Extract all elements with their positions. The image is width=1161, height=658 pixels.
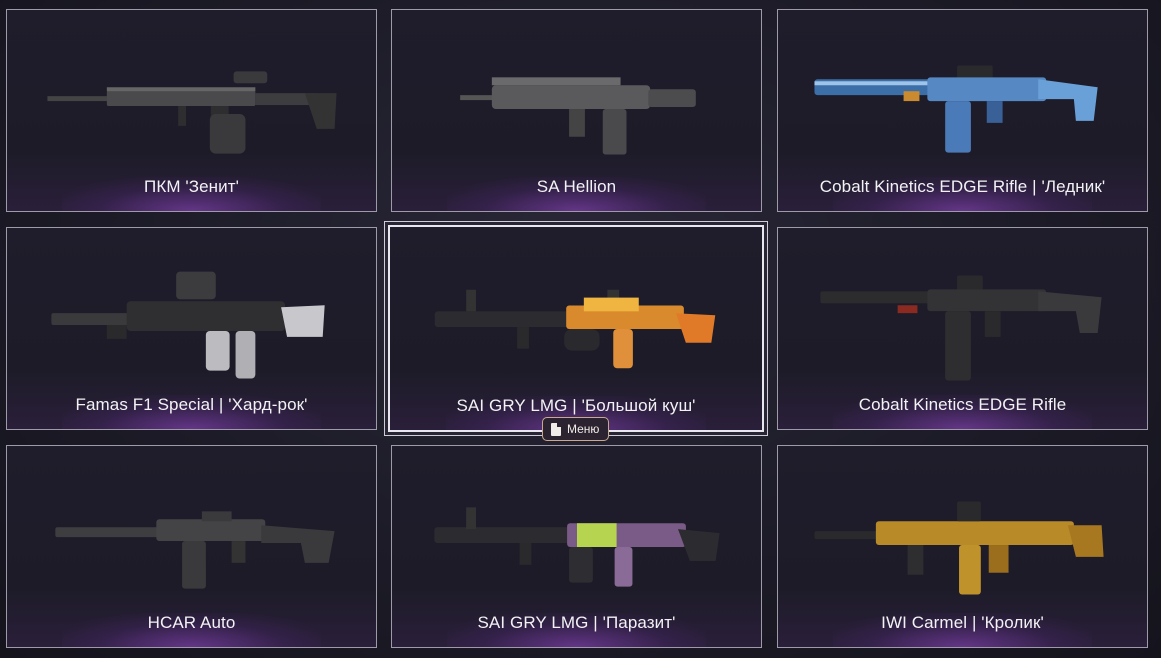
weapon-name: Famas F1 Special | 'Хард-рок' — [75, 395, 308, 414]
weapon-grid: ПКМ 'Зенит' SA Hellion Cobalt Kinetics E… — [0, 0, 1161, 658]
weapon-card-sa-hellion[interactable]: SA Hellion — [391, 9, 762, 212]
weapon-card-pkm-zenit[interactable]: ПКМ 'Зенит' — [6, 9, 377, 212]
weapon-card-sai-parazit[interactable]: SAI GRY LMG | 'Паразит' — [391, 445, 762, 648]
weapon-card-edge-rifle[interactable]: Cobalt Kinetics EDGE Rifle — [777, 227, 1148, 430]
weapon-name: SAI GRY LMG | 'Большой куш' — [456, 396, 696, 415]
weapon-card-famas-hardrock[interactable]: Famas F1 Special | 'Хард-рок' — [6, 227, 377, 430]
context-menu-label: Меню — [567, 422, 600, 436]
weapon-name: SA Hellion — [536, 177, 617, 196]
weapon-name: IWI Carmel | 'Кролик' — [881, 613, 1044, 632]
weapon-name: Cobalt Kinetics EDGE Rifle | 'Ледник' — [819, 177, 1106, 196]
weapon-name: SAI GRY LMG | 'Паразит' — [477, 613, 676, 632]
context-menu-button[interactable]: Меню — [542, 417, 609, 441]
weapon-card-hcar-auto[interactable]: HCAR Auto — [6, 445, 377, 648]
weapon-card-edge-lednik[interactable]: Cobalt Kinetics EDGE Rifle | 'Ледник' — [777, 9, 1148, 212]
weapon-card-carmel-krolik[interactable]: IWI Carmel | 'Кролик' — [777, 445, 1148, 648]
document-icon — [551, 422, 561, 436]
weapon-name: Cobalt Kinetics EDGE Rifle — [858, 395, 1067, 414]
weapon-card-sai-bolshoy-kush[interactable]: SAI GRY LMG | 'Большой куш' — [388, 225, 764, 432]
weapon-name: ПКМ 'Зенит' — [144, 177, 239, 196]
weapon-name: HCAR Auto — [147, 613, 236, 632]
